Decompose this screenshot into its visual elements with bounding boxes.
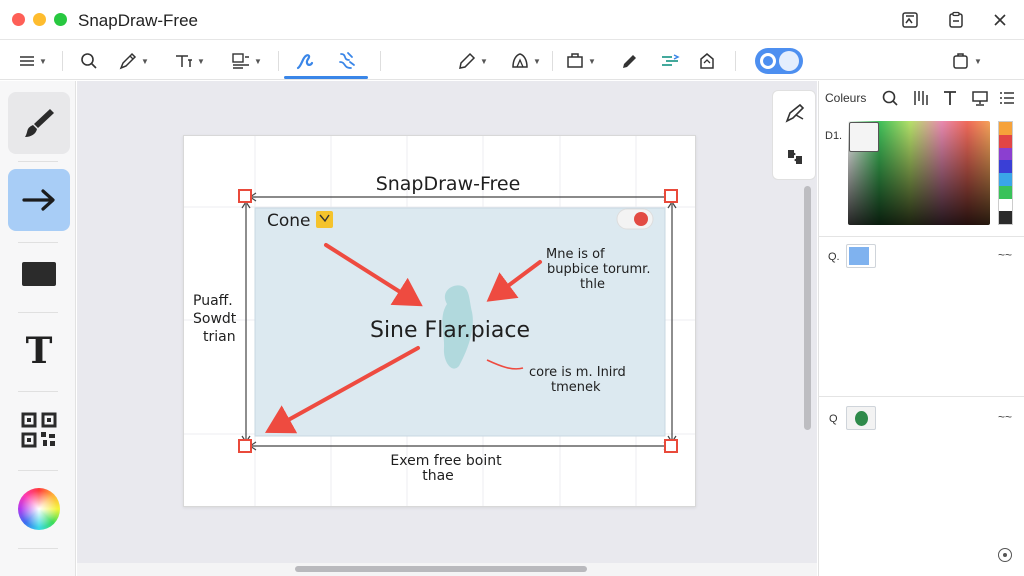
note-left-3: trian bbox=[203, 329, 236, 345]
panel-search-button[interactable] bbox=[880, 88, 900, 108]
swatch-label: D1. bbox=[825, 130, 843, 142]
layer-thumb[interactable] bbox=[846, 406, 876, 430]
note-bottom-1: Exem free boint bbox=[390, 453, 502, 469]
select-tool-button[interactable] bbox=[781, 99, 809, 127]
note-top-right-3: thle bbox=[580, 277, 605, 292]
panel-columns-button[interactable] bbox=[911, 88, 931, 108]
hue-blue[interactable] bbox=[999, 160, 1012, 173]
center-label: Sine Flar.piace bbox=[370, 318, 530, 343]
canvas-title: SnapDraw-Free bbox=[376, 173, 521, 195]
hue-orange[interactable] bbox=[999, 122, 1012, 135]
monitor-icon bbox=[972, 91, 988, 106]
cursor-pen-icon bbox=[785, 103, 805, 123]
note-top-right-1: Mne is of bbox=[546, 247, 605, 262]
layer-color bbox=[849, 247, 869, 265]
note-bottom-right-2: tmenek bbox=[551, 380, 601, 395]
layer-thumb[interactable] bbox=[846, 244, 876, 268]
note-bottom-right-1: core is m. Inird bbox=[529, 365, 626, 380]
note-left-1: Puaff. bbox=[193, 293, 233, 309]
hue-black[interactable] bbox=[999, 211, 1012, 224]
hue-purple[interactable] bbox=[999, 147, 1012, 161]
panel-text-button[interactable] bbox=[940, 88, 960, 108]
colors-panel-title: Coleurs bbox=[825, 91, 867, 105]
hue-sky[interactable] bbox=[999, 173, 1012, 186]
puzzle-tool-button[interactable] bbox=[781, 143, 809, 171]
note-top-right-2: bupbice torumr. bbox=[547, 262, 650, 277]
image-toggle-knob bbox=[634, 212, 648, 226]
layer-color bbox=[855, 411, 868, 426]
layer-label: Q bbox=[829, 413, 838, 425]
layer-label: Q. bbox=[828, 251, 840, 263]
list-icon bbox=[1000, 92, 1014, 104]
layer-menu-button[interactable]: ~~ bbox=[998, 248, 1012, 262]
panel-divider bbox=[818, 236, 1024, 237]
puzzle-icon bbox=[788, 150, 802, 164]
horizontal-scrollbar[interactable] bbox=[295, 566, 587, 572]
cone-label: Cone bbox=[267, 211, 311, 231]
search-icon bbox=[882, 90, 898, 106]
note-bottom-2: thae bbox=[422, 468, 454, 484]
columns-icon bbox=[914, 91, 928, 105]
note-left-2: Sowdt bbox=[193, 311, 237, 327]
hue-strip[interactable] bbox=[998, 121, 1013, 225]
panel-list-button[interactable] bbox=[997, 88, 1017, 108]
panel-monitor-button[interactable] bbox=[970, 88, 990, 108]
floating-tools bbox=[772, 90, 816, 180]
settings-icon-dot bbox=[1003, 553, 1007, 557]
settings-icon[interactable] bbox=[998, 548, 1012, 562]
panel-divider bbox=[818, 396, 1024, 397]
hue-red[interactable] bbox=[999, 134, 1012, 148]
current-color-swatch[interactable] bbox=[849, 122, 879, 152]
hue-white[interactable] bbox=[999, 198, 1012, 212]
layer-menu-button[interactable]: ~~ bbox=[998, 410, 1012, 424]
text-icon bbox=[944, 91, 956, 105]
hue-green[interactable] bbox=[999, 185, 1012, 199]
vertical-scrollbar[interactable] bbox=[804, 186, 811, 430]
